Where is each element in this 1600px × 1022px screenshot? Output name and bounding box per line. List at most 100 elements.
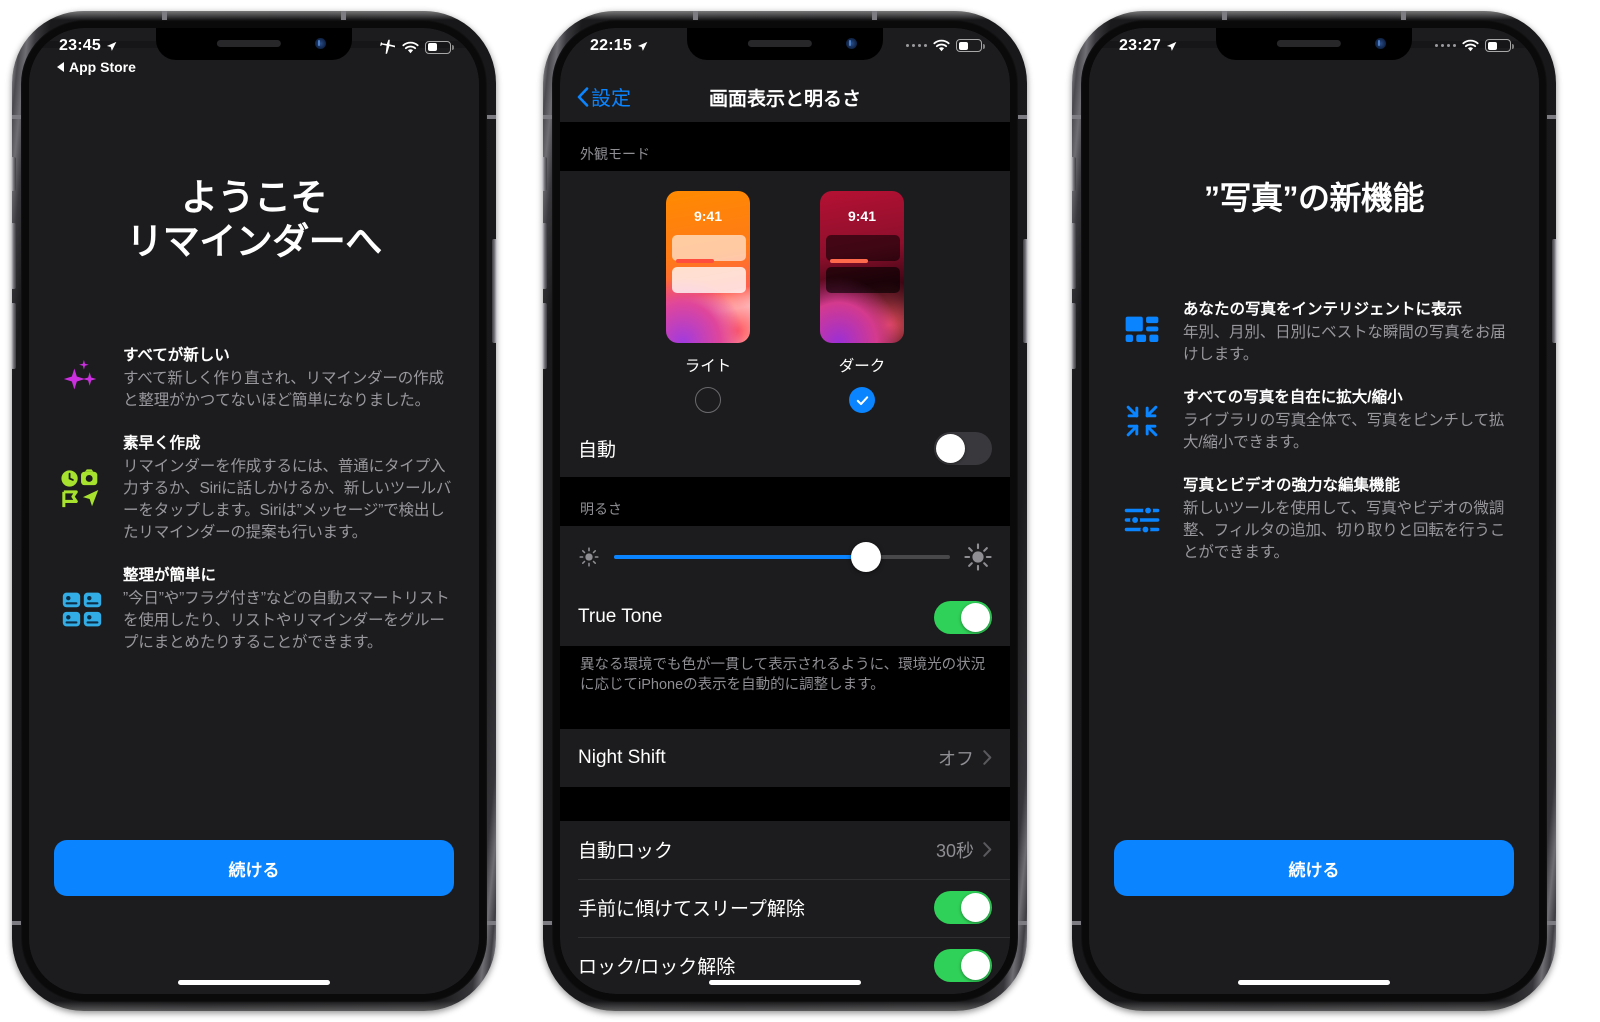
smart-lists-grid-icon — [59, 566, 105, 654]
raise-to-wake-toggle[interactable] — [934, 891, 992, 925]
volume-down-button[interactable] — [11, 303, 16, 369]
location-arrow-icon — [106, 41, 117, 51]
back-app-label: App Store — [69, 59, 136, 75]
status-right — [380, 39, 454, 55]
feature-item: 写真とビデオの強力な編集機能 新しいツールを使用して、写真やビデオの微調整、フィ… — [1119, 476, 1513, 564]
antenna-band — [162, 11, 167, 20]
theme-option-dark[interactable]: 9:41 ダーク — [820, 191, 904, 413]
wifi-icon — [933, 39, 950, 52]
power-button[interactable] — [1023, 239, 1028, 343]
antenna-band — [1222, 11, 1227, 20]
mute-switch[interactable] — [542, 157, 547, 191]
antenna-band — [341, 11, 346, 20]
earpiece-speaker-icon — [216, 40, 281, 47]
earpiece-speaker-icon — [1276, 40, 1341, 47]
night-shift-spacer — [560, 696, 1010, 729]
antenna-band — [1546, 115, 1556, 119]
auto-appearance-toggle[interactable] — [934, 431, 992, 465]
volume-down-button[interactable] — [1071, 303, 1076, 369]
front-camera-icon — [315, 38, 326, 49]
edit-sliders-icon — [1119, 476, 1165, 564]
power-button[interactable] — [492, 239, 497, 343]
true-tone-row[interactable]: True Tone — [560, 588, 1010, 646]
auto-appearance-row[interactable]: 自動 — [560, 419, 1010, 477]
earpiece-speaker-icon — [747, 40, 812, 47]
brightness-knob[interactable] — [851, 542, 881, 572]
light-theme-radio[interactable] — [695, 387, 721, 413]
screenshot-stage: ようこそ リマインダーへ すべてが新しい すべて新しく作り直され、リマインダーの… — [0, 0, 1600, 1022]
status-time: 23:27 — [1119, 37, 1161, 54]
settings-scroll-area[interactable]: 外観モード 9:41 ライト 9:41 ダーク 自動 明るさ True Tone… — [560, 122, 1010, 994]
feature-item: すべての写真を自在に拡大/縮小 ライブラリの写真全体で、写真をピンチして拡大/縮… — [1119, 388, 1513, 454]
page-title: ようこそ リマインダーへ — [126, 177, 382, 262]
sparkles-icon — [59, 346, 105, 412]
volume-up-button[interactable] — [542, 223, 547, 289]
feature-heading: 整理が簡単に — [123, 566, 217, 584]
notch — [687, 28, 883, 60]
power-button[interactable] — [1552, 239, 1557, 343]
feature-text: 素早く作成 リマインダーを作成するには、普通にタイプ入力するか、Siriに話しか… — [123, 434, 453, 544]
antenna-band — [486, 115, 496, 119]
reminders-welcome-screen: ようこそ リマインダーへ すべてが新しい すべて新しく作り直され、リマインダーの… — [29, 28, 479, 994]
brightness-group-header: 明るさ — [580, 501, 622, 517]
raise-to-wake-row[interactable]: 手前に傾けてスリープ解除 — [560, 878, 1010, 937]
phone-3-photos-onboarding: ”写真”の新機能 あなたの写真をインテリジェントに表示 年別、月別、日別にベスト… — [1071, 11, 1557, 1011]
feature-item: 素早く作成 リマインダーを作成するには、普通にタイプ入力するか、Siriに話しか… — [59, 434, 453, 544]
brightness-fill — [614, 555, 866, 559]
notch — [156, 28, 352, 60]
sun-large-icon — [964, 543, 992, 571]
home-indicator[interactable] — [709, 980, 861, 985]
lock-unlock-toggle[interactable] — [934, 949, 992, 983]
preview-card — [672, 235, 746, 261]
battery-icon — [956, 39, 985, 52]
brightness-card: True Tone — [560, 526, 1010, 646]
airplane-mode-icon — [380, 39, 395, 54]
brightness-track[interactable] — [614, 542, 950, 572]
mute-switch[interactable] — [1071, 157, 1076, 191]
preview-card — [826, 235, 900, 261]
feature-heading: すべてが新しい — [123, 347, 230, 364]
lock-settings-card: 自動ロック 30秒 手前に傾けてスリープ解除 ロック/ロック解除 — [560, 820, 1010, 994]
phone-2-display-settings: 設定 画面表示と明るさ 外観モード 9:41 ライト 9:41 ダーク 自動 明… — [542, 11, 1028, 1011]
antenna-band — [872, 11, 877, 20]
preview-time: 9:41 — [693, 208, 723, 224]
brightness-slider-row[interactable] — [560, 526, 1010, 588]
mute-switch[interactable] — [11, 157, 16, 191]
feature-body: リマインダーを作成するには、普通にタイプ入力するか、Siriに話しかけるか、新し… — [123, 457, 452, 541]
front-camera-icon — [1375, 38, 1386, 49]
dark-theme-radio[interactable] — [849, 387, 875, 413]
feature-body: 新しいツールを使用して、写真やビデオの微調整、フィルタの追加、切り取りと回転を行… — [1183, 499, 1506, 561]
true-tone-toggle[interactable] — [934, 600, 992, 634]
feature-body: すべて新しく作り直され、リマインダーの作成と整理がかつてないほど簡単になりました… — [123, 369, 444, 409]
feature-heading: 素早く作成 — [123, 434, 201, 452]
sun-small-icon — [579, 547, 599, 567]
night-shift-row[interactable]: Night Shift オフ — [560, 729, 1010, 787]
location-arrow-icon — [1166, 41, 1177, 51]
continue-button[interactable]: 続ける — [54, 840, 454, 896]
page-title: 画面表示と明るさ — [708, 89, 861, 110]
volume-up-button[interactable] — [11, 223, 16, 289]
wifi-icon — [1462, 39, 1479, 52]
lock-unlock-row[interactable]: ロック/ロック解除 — [560, 936, 1010, 994]
auto-lock-row[interactable]: 自動ロック 30秒 — [560, 821, 1010, 879]
display-and-brightness-settings: 設定 画面表示と明るさ 外観モード 9:41 ライト 9:41 ダーク 自動 明… — [560, 28, 1010, 994]
antenna-band — [693, 11, 698, 20]
battery-icon — [1485, 39, 1514, 52]
preview-bar — [830, 259, 868, 263]
status-time: 23:45 — [59, 37, 101, 54]
phone-1-reminders-onboarding: ようこそ リマインダーへ すべてが新しい すべて新しく作り直され、リマインダーの… — [11, 11, 497, 1011]
continue-button[interactable]: 続ける — [1114, 840, 1514, 896]
cellular-dots-icon — [1434, 43, 1456, 48]
feature-text: あなたの写真をインテリジェントに表示 年別、月別、日別にベストな瞬間の写真をお届… — [1183, 300, 1513, 366]
notch — [1216, 28, 1412, 60]
front-camera-icon — [846, 38, 857, 49]
volume-down-button[interactable] — [542, 303, 547, 369]
chevron-right-icon — [983, 750, 992, 765]
home-indicator[interactable] — [1238, 980, 1390, 985]
status-left: 23:45 — [59, 37, 117, 55]
volume-up-button[interactable] — [1071, 223, 1076, 289]
home-indicator[interactable] — [178, 980, 330, 985]
phone-2-screen: 設定 画面表示と明るさ 外観モード 9:41 ライト 9:41 ダーク 自動 明… — [560, 28, 1010, 994]
theme-option-light[interactable]: 9:41 ライト — [666, 191, 750, 413]
back-to-app-link[interactable]: App Store — [57, 59, 136, 75]
